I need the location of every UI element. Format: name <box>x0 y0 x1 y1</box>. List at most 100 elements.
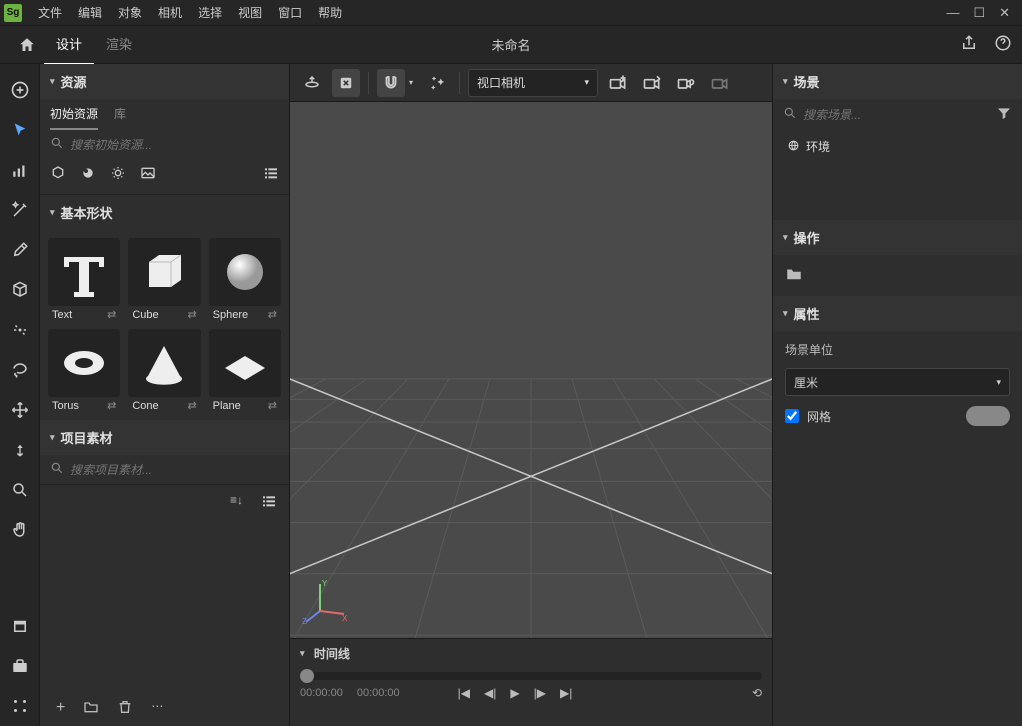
axis-gizmo[interactable]: Y X Z <box>302 576 352 626</box>
menu-view[interactable]: 视图 <box>230 0 270 25</box>
options-icon[interactable]: ⇄ <box>107 399 116 412</box>
toolbox-icon[interactable] <box>0 646 40 686</box>
move-tool[interactable] <box>0 390 40 430</box>
select-tool[interactable] <box>0 110 40 150</box>
play-icon[interactable]: ▶ <box>510 686 519 700</box>
project-assets-header[interactable]: ▾ 项目素材 <box>40 420 289 455</box>
menu-camera[interactable]: 相机 <box>150 0 190 25</box>
filter-mesh-icon[interactable] <box>50 165 66 184</box>
tab-library[interactable]: 库 <box>114 105 126 130</box>
skip-end-icon[interactable]: ▶| <box>560 686 572 700</box>
chevron-down-icon: ▾ <box>300 648 305 659</box>
list-view-icon[interactable] <box>263 165 279 184</box>
magic-tool[interactable] <box>0 190 40 230</box>
hand-tool[interactable] <box>0 510 40 550</box>
step-forward-icon[interactable]: |▶ <box>534 686 546 700</box>
window-maximize-icon[interactable]: ☐ <box>973 5 985 21</box>
shape-torus[interactable]: Torus⇄ <box>48 329 120 412</box>
shape-cube[interactable]: Cube⇄ <box>128 238 200 321</box>
step-back-icon[interactable]: ◀| <box>484 686 496 700</box>
options-icon[interactable]: ⇄ <box>187 399 196 412</box>
scene-item-environment[interactable]: 环境 <box>787 138 1008 155</box>
shapes-header[interactable]: ▾ 基本形状 <box>40 195 289 230</box>
effects-icon[interactable] <box>423 69 451 97</box>
tab-render[interactable]: 渲染 <box>94 24 144 65</box>
orbit-icon[interactable] <box>298 69 326 97</box>
operations-header[interactable]: ▾ 操作 <box>773 220 1022 255</box>
camera-link-icon[interactable] <box>672 69 700 97</box>
scene-search-input[interactable] <box>803 108 990 122</box>
share-icon[interactable] <box>960 34 978 55</box>
snap-icon[interactable] <box>377 69 405 97</box>
add-button[interactable] <box>0 70 40 110</box>
properties-header[interactable]: ▾ 属性 <box>773 296 1022 331</box>
folder-icon[interactable] <box>785 272 803 286</box>
grid-label: 网格 <box>807 408 831 425</box>
camera-add-icon[interactable] <box>604 69 632 97</box>
topbar: 设计 渲染 未命名 <box>0 26 1022 64</box>
menu-select[interactable]: 选择 <box>190 0 230 25</box>
nodes-icon[interactable] <box>0 686 40 726</box>
menu-object[interactable]: 对象 <box>110 0 150 25</box>
brush-tool[interactable] <box>0 230 40 270</box>
unit-select[interactable]: 厘米 ▾ <box>785 368 1010 396</box>
filter-image-icon[interactable] <box>140 165 156 184</box>
window-close-icon[interactable]: ✕ <box>999 5 1010 21</box>
left-panel-footer: + ⋯ <box>40 691 289 726</box>
menu-edit[interactable]: 编辑 <box>70 0 110 25</box>
chevron-down-icon: ▾ <box>996 377 1001 388</box>
list-view-icon[interactable] <box>261 493 277 512</box>
folder-icon[interactable] <box>83 699 99 718</box>
more-icon[interactable]: ⋯ <box>151 699 163 718</box>
timeline-header[interactable]: ▾ 时间线 <box>290 638 772 668</box>
loop-icon[interactable]: ⟲ <box>752 686 762 700</box>
window-minimize-icon[interactable]: — <box>946 5 959 21</box>
light-tool[interactable] <box>0 310 40 350</box>
delete-icon[interactable] <box>117 699 133 718</box>
options-icon[interactable]: ⇄ <box>268 308 277 321</box>
archive-icon[interactable] <box>0 606 40 646</box>
project-asset-search[interactable] <box>70 463 279 477</box>
camera-select[interactable]: 视口相机 ▾ <box>468 69 598 97</box>
sort-icon[interactable]: ≡↓ <box>230 493 243 512</box>
filter-material-icon[interactable] <box>80 165 96 184</box>
shape-label: Plane <box>213 400 241 412</box>
menu-window[interactable]: 窗口 <box>270 0 310 25</box>
shape-text[interactable]: Text⇄ <box>48 238 120 321</box>
camera-sync-icon[interactable] <box>638 69 666 97</box>
add-icon[interactable]: + <box>56 699 65 718</box>
filter-light-icon[interactable] <box>110 165 126 184</box>
skip-start-icon[interactable]: |◀ <box>458 686 470 700</box>
chevron-down-icon: ▾ <box>584 77 589 88</box>
filter-icon[interactable] <box>996 105 1012 124</box>
home-button[interactable] <box>10 26 44 64</box>
options-icon[interactable]: ⇄ <box>268 399 277 412</box>
scene-header[interactable]: ▾ 场景 <box>773 64 1022 99</box>
svg-text:X: X <box>342 614 348 623</box>
frame-icon[interactable] <box>332 69 360 97</box>
help-icon[interactable] <box>994 34 1012 55</box>
anchor-tool[interactable] <box>0 430 40 470</box>
menu-help[interactable]: 帮助 <box>310 0 350 25</box>
snap-options-chevron-icon[interactable]: ▾ <box>405 78 417 87</box>
tab-starter-assets[interactable]: 初始资源 <box>50 105 98 130</box>
shape-plane[interactable]: Plane ⇄ <box>209 329 281 412</box>
cube-tool[interactable] <box>0 270 40 310</box>
grid-checkbox[interactable] <box>785 409 799 423</box>
transform-tool[interactable] <box>0 150 40 190</box>
grid-toggle[interactable] <box>966 406 1010 426</box>
camera-lock-icon[interactable] <box>706 69 734 97</box>
shape-cone[interactable]: Cone⇄ <box>128 329 200 412</box>
zoom-tool[interactable] <box>0 470 40 510</box>
viewport-3d[interactable]: Y X Z <box>290 102 772 638</box>
menu-file[interactable]: 文件 <box>30 0 70 25</box>
timeline: 00:00:00 00:00:00 |◀ ◀| ▶ |▶ ▶| ⟲ <box>290 668 772 726</box>
options-icon[interactable]: ⇄ <box>107 308 116 321</box>
lasso-tool[interactable] <box>0 350 40 390</box>
starter-asset-search[interactable] <box>70 138 279 152</box>
shape-sphere[interactable]: Sphere⇄ <box>209 238 281 321</box>
options-icon[interactable]: ⇄ <box>187 308 196 321</box>
resources-header[interactable]: ▾ 资源 <box>40 64 289 99</box>
tab-design[interactable]: 设计 <box>44 24 94 65</box>
time-slider[interactable] <box>300 672 762 680</box>
